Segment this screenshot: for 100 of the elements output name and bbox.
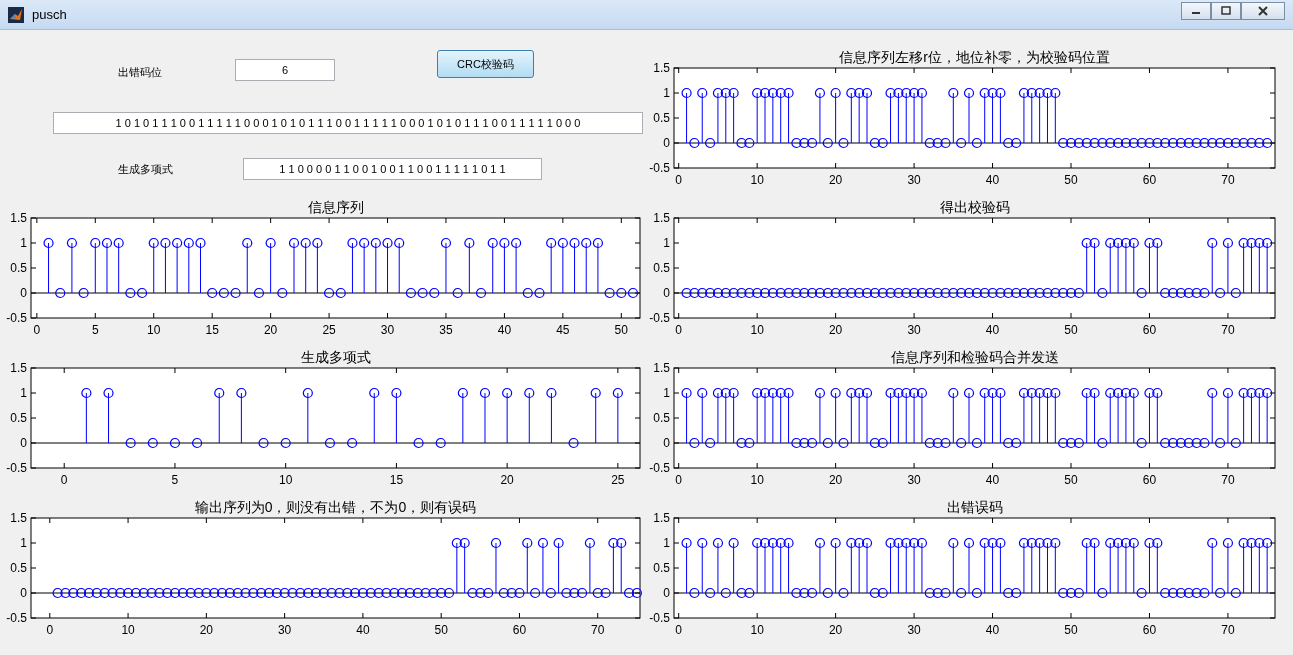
tick-label: 20 [500,473,514,487]
tick-label: 30 [907,323,921,337]
tick-label: 0 [33,323,41,337]
tick-label: 10 [750,173,764,187]
tick-label: 70 [1221,623,1235,637]
tick-label: 60 [1142,473,1157,487]
tick-label: 1.5 [653,361,670,375]
tick-label: 30 [907,623,921,637]
tick-label: 0 [675,173,683,187]
tick-label: 1.5 [10,361,27,375]
tick-label: 0 [675,323,683,337]
tick-label: 0 [663,436,670,450]
tick-label: 1.5 [10,211,27,225]
tick-label: 40 [497,323,512,337]
tick-label: 0.5 [653,561,670,575]
chart-title: 得出校验码 [939,199,1010,215]
tick-label: 10 [750,473,764,487]
tick-label: 0 [663,136,670,150]
tick-label: 70 [1221,473,1235,487]
tick-label: 30 [907,473,921,487]
tick-label: 0 [675,473,683,487]
tick-label: -0.5 [6,611,27,625]
tick-label: 0 [663,586,670,600]
tick-label: 70 [1221,173,1235,187]
tick-label: 15 [205,323,219,337]
tick-label: 50 [1064,323,1078,337]
tick-label: -0.5 [6,461,27,475]
tick-label: 5 [171,473,179,487]
tick-label: 25 [322,323,336,337]
tick-label: 20 [828,473,843,487]
tick-label: 10 [121,623,135,637]
tick-label: 0 [20,586,27,600]
tick-label: 30 [907,173,921,187]
tick-label: 50 [1064,623,1078,637]
input-field[interactable]: 6 [235,59,335,81]
tick-label: 0 [20,286,27,300]
tick-label: 0.5 [10,561,27,575]
tick-label: 40 [985,323,1000,337]
tick-label: 20 [828,173,843,187]
tick-label: 0 [675,623,683,637]
tick-label: 1 [663,236,670,250]
tick-label: 60 [1142,173,1157,187]
field-label: 生成多项式 [118,161,173,177]
tick-label: 0 [60,473,68,487]
input-field[interactable]: 1 1 0 0 0 0 1 1 0 0 1 0 0 1 1 0 0 1 1 1 1 1 0 1 1 [243,158,542,180]
chart-title: 出错误码 [946,499,1003,515]
tick-label: 50 [1064,173,1078,187]
field-label: 出错码位 [118,65,162,80]
tick-label: -0.5 [649,311,670,325]
tick-label: 10 [750,323,764,337]
tick-label: -0.5 [649,461,670,475]
chart-title: 生成多项式 [300,349,371,365]
tick-label: 20 [263,323,278,337]
tick-label: 40 [985,473,1000,487]
tick-label: 1.5 [10,511,27,525]
input-field[interactable]: 1 0 1 0 1 1 1 0 0 1 1 1 1 1 0 0 0 1 0 1 0 1 1 1 0 0 1 1 1 1 1 0 0 0 1 0 1 0 1 1 1 0 0 1 1 1 1 1 0 0 0 [53,112,643,134]
tick-label: 10 [750,623,764,637]
tick-label: 0.5 [10,411,27,425]
chart-title: 信息序列 [307,199,364,215]
tick-label: 1 [20,536,27,550]
tick-label: 0 [46,623,54,637]
tick-label: 0.5 [653,411,670,425]
tick-label: 30 [277,623,292,637]
tick-label: 70 [591,623,605,637]
tick-label: 20 [199,623,213,637]
tick-label: 40 [985,623,1000,637]
tick-label: 1 [20,386,27,400]
tick-label: 45 [556,323,570,337]
tick-label: -0.5 [649,611,670,625]
tick-label: 70 [1221,323,1235,337]
chart-title: 信息序列和检验码合并发送 [890,349,1059,365]
chart-title: 信息序列左移r位，地位补零，为校验码位置 [839,49,1110,65]
tick-label: -0.5 [649,161,670,175]
tick-label: 0 [20,436,27,450]
tick-label: 0.5 [10,261,27,275]
tick-label: 50 [434,623,448,637]
window-title: pusch [32,5,67,24]
tick-label: 40 [356,623,370,637]
tick-label: 5 [91,323,99,337]
tick-label: 60 [1142,623,1157,637]
tick-label: 0.5 [653,111,670,125]
tick-label: 60 [1142,323,1157,337]
crc-button[interactable]: CRC校验码 [437,50,534,78]
tick-label: 1.5 [653,61,670,75]
tick-label: -0.5 [6,311,27,325]
tick-label: 0.5 [653,261,670,275]
tick-label: 25 [611,473,625,487]
tick-label: 20 [828,623,843,637]
tick-label: 1 [663,386,670,400]
tick-label: 1.5 [653,511,670,525]
tick-label: 1.5 [653,211,670,225]
tick-label: 1 [20,236,27,250]
tick-label: 30 [380,323,395,337]
tick-label: 20 [828,323,843,337]
tick-label: 10 [147,323,161,337]
tick-label: 10 [279,473,293,487]
tick-label: 1 [663,536,670,550]
tick-label: 50 [1064,473,1078,487]
chart-title: 输出序列为0，则没有出错，不为0，则有误码 [194,499,477,515]
tick-label: 50 [614,323,628,337]
